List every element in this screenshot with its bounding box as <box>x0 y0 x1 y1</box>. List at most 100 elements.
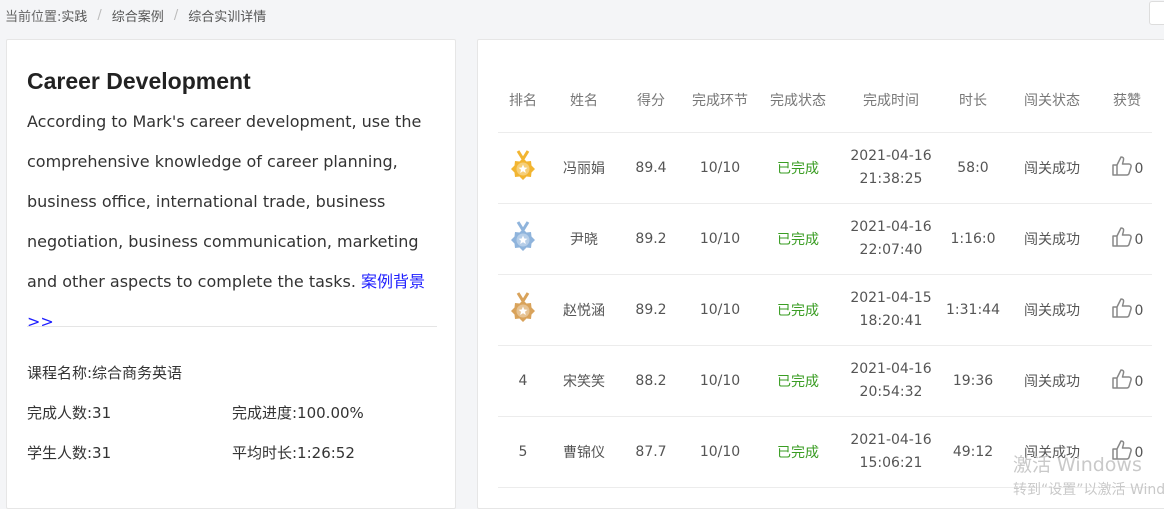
thumbs-up-icon <box>1111 297 1133 319</box>
case-description: According to Mark's career development, … <box>27 102 442 342</box>
cell-likes: 0 <box>1102 439 1152 465</box>
header-score: 得分 <box>637 93 665 109</box>
cell-score: 89.2 <box>635 231 667 247</box>
cell-date: 2021-04-16 <box>850 148 932 164</box>
silver-medal-icon <box>507 221 539 257</box>
cell-time: 2021-04-16 20:54:32 <box>838 358 944 404</box>
cell-name: 冯丽娟 <box>563 161 605 177</box>
breadcrumb-item-detail: 综合实训详情 <box>188 9 267 25</box>
gold-medal-icon <box>507 150 539 186</box>
cell-likes: 0 <box>1102 155 1152 181</box>
cell-likes: 0 <box>1102 297 1152 323</box>
cell-date: 2021-04-16 <box>850 219 932 235</box>
breadcrumb-separator: / <box>173 7 179 23</box>
cell-duration: 49:12 <box>952 444 994 460</box>
cell-duration: 19:36 <box>952 373 994 389</box>
cell-time: 2021-04-15 18:20:41 <box>838 287 944 333</box>
cell-status: 已完成 <box>777 445 819 461</box>
breadcrumb-separator: / <box>97 7 102 23</box>
header-likes: 获赞 <box>1113 93 1141 109</box>
breadcrumb-item-cases[interactable]: 综合案例 <box>112 6 164 25</box>
like-button[interactable]: 0 <box>1111 155 1144 177</box>
like-button[interactable]: 0 <box>1111 297 1144 319</box>
cell-duration: 1:16:0 <box>950 231 996 247</box>
cell-steps: 10/10 <box>699 160 741 176</box>
table-header: 排名 姓名 得分 完成环节 完成状态 完成时间 时长 闯关状态 获赞 <box>498 70 1152 133</box>
thumbs-up-icon <box>1111 439 1133 461</box>
cell-date: 2021-04-15 <box>850 290 932 306</box>
student-count: 学生人数:31 <box>27 444 112 462</box>
header-duration: 时长 <box>959 93 987 109</box>
bronze-medal-icon <box>507 292 539 328</box>
table-row: 赵悦涵 89.2 10/10 已完成 2021-04-15 18:20:41 1:31:44… <box>498 275 1152 346</box>
breadcrumb-prefix: 当前位置: <box>5 9 62 25</box>
cell-time: 2021-04-16 22:07:40 <box>838 216 944 262</box>
average-duration: 平均时长:1:26:52 <box>232 444 355 462</box>
cell-time: 2021-04-16 21:38:25 <box>838 145 944 191</box>
table-row: 5 曹锦仪 87.7 10/10 已完成 2021-04-16 15:06:21 49:12 闯… <box>498 417 1152 488</box>
cell-name: 赵悦涵 <box>563 303 605 319</box>
header-steps: 完成环节 <box>692 93 748 109</box>
cell-steps: 10/10 <box>699 231 741 247</box>
cell-clock: 21:38:25 <box>859 171 923 187</box>
like-button[interactable]: 0 <box>1111 226 1143 248</box>
cell-steps: 10/10 <box>699 302 741 318</box>
like-button[interactable]: 0 <box>1111 439 1144 461</box>
cell-rank <box>498 150 548 186</box>
cell-level-status: 闯关成功 <box>1024 445 1080 461</box>
breadcrumb-item-practice[interactable]: 实践 <box>61 6 87 25</box>
like-count: 0 <box>1134 445 1144 461</box>
like-count: 0 <box>1134 161 1144 177</box>
cell-clock: 18:20:41 <box>859 313 923 329</box>
course-name: 课程名称:综合商务英语 <box>27 364 183 382</box>
completion-progress: 完成进度:100.00% <box>232 404 364 422</box>
ranking-panel: 排名 姓名 得分 完成环节 完成状态 完成时间 时长 闯关状态 获赞 冯丽娟 89… <box>477 39 1164 509</box>
breadcrumb: 当前位置: 实践 / 综合案例 / 综合实训详情 <box>5 5 266 25</box>
header-time: 完成时间 <box>863 93 919 109</box>
divider <box>27 326 437 327</box>
like-button[interactable]: 0 <box>1111 368 1143 390</box>
cell-level-status: 闯关成功 <box>1024 303 1080 319</box>
rank-number: 4 <box>518 373 528 389</box>
ranking-table: 排名 姓名 得分 完成环节 完成状态 完成时间 时长 闯关状态 获赞 冯丽娟 89… <box>498 70 1152 488</box>
cell-duration: 58:0 <box>957 160 989 176</box>
cell-date: 2021-04-16 <box>850 361 932 377</box>
case-description-text: According to Mark's career development, … <box>27 112 422 291</box>
cell-rank <box>498 221 548 257</box>
cell-status: 已完成 <box>777 161 819 177</box>
header-name: 姓名 <box>570 93 598 109</box>
thumbs-up-icon <box>1111 368 1133 390</box>
cell-score: 88.2 <box>635 373 667 389</box>
cell-date: 2021-04-16 <box>850 432 932 448</box>
case-title: Career Development <box>27 68 251 94</box>
cell-name: 尹晓 <box>570 232 598 248</box>
cell-clock: 15:06:21 <box>859 455 923 471</box>
rank-number: 5 <box>518 444 528 460</box>
cell-rank: 4 <box>498 373 548 389</box>
header-rank: 排名 <box>509 93 537 109</box>
cell-name: 宋笑笑 <box>563 374 605 390</box>
cell-steps: 10/10 <box>699 444 741 460</box>
like-count: 0 <box>1134 303 1144 319</box>
cell-status: 已完成 <box>777 374 819 390</box>
cell-rank: 5 <box>498 444 548 460</box>
thumbs-up-icon <box>1111 155 1133 177</box>
header-level: 闯关状态 <box>1024 93 1080 109</box>
cell-clock: 22:07:40 <box>859 242 923 258</box>
cell-status: 已完成 <box>777 232 819 248</box>
thumbs-up-icon <box>1111 226 1133 248</box>
cell-level-status: 闯关成功 <box>1024 374 1080 390</box>
cell-score: 89.2 <box>635 302 667 318</box>
table-row: 4 宋笑笑 88.2 10/10 已完成 2021-04-16 20:54:32 19:36 闯… <box>498 346 1152 417</box>
cell-clock: 20:54:32 <box>859 384 923 400</box>
top-right-control[interactable] <box>1149 1 1164 25</box>
cell-likes: 0 <box>1102 368 1152 394</box>
header-status: 完成状态 <box>770 93 826 109</box>
cell-rank <box>498 292 548 328</box>
table-body: 冯丽娟 89.4 10/10 已完成 2021-04-16 21:38:25 58:0 闯关成… <box>498 133 1152 488</box>
cell-name: 曹锦仪 <box>563 445 605 461</box>
completed-count: 完成人数:31 <box>27 404 112 422</box>
cell-level-status: 闯关成功 <box>1024 232 1080 248</box>
cell-score: 87.7 <box>635 444 667 460</box>
table-row: 冯丽娟 89.4 10/10 已完成 2021-04-16 21:38:25 58:0 闯关成… <box>498 133 1152 204</box>
